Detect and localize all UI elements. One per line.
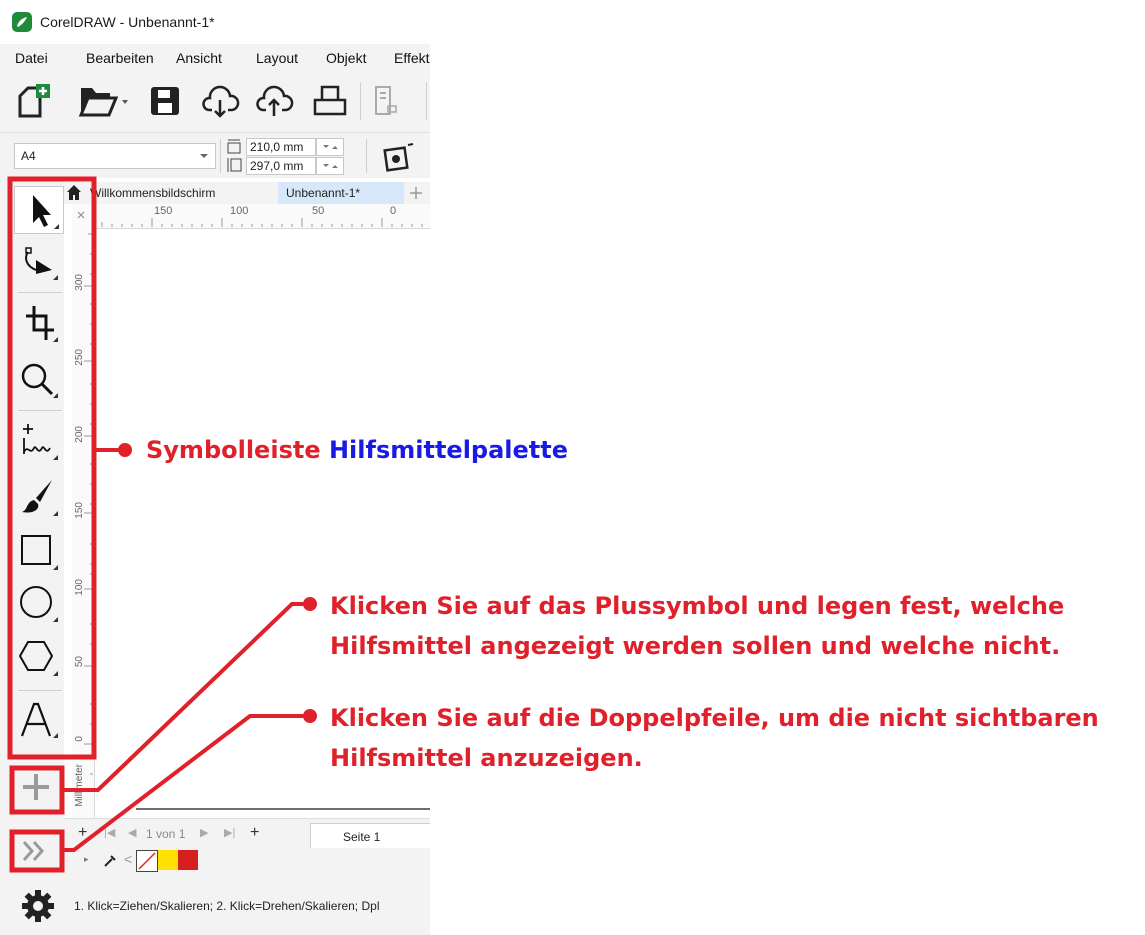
arrows-annotation-line1: Klicken Sie auf die Doppelpfeile, um die… (330, 704, 1099, 732)
toolbox-highlight-box (7, 176, 97, 760)
toolbox-annotation: Symbolleiste Hilfsmittelpalette (146, 432, 568, 468)
arrows-callout-line (62, 714, 308, 852)
arrows-annotation-line2: Hilfsmittel anzuzeigen. (330, 744, 643, 772)
arrows-highlight-box (9, 829, 65, 873)
plus-annotation-line1: Klicken Sie auf das Plussymbol und legen… (330, 592, 1065, 620)
toolbox-annotation-red: Symbolleiste (146, 436, 321, 464)
plus-callout-line (62, 602, 308, 792)
arrows-callout-dot (303, 709, 317, 723)
plus-highlight-box (9, 765, 65, 815)
plus-annotation-line2: Hilfsmittel angezeigt werden sollen und … (330, 632, 1061, 660)
toolbox-callout-dot (118, 443, 132, 457)
toolbox-annotation-blue: Hilfsmittelpalette (328, 436, 569, 464)
plus-callout-dot (303, 597, 317, 611)
